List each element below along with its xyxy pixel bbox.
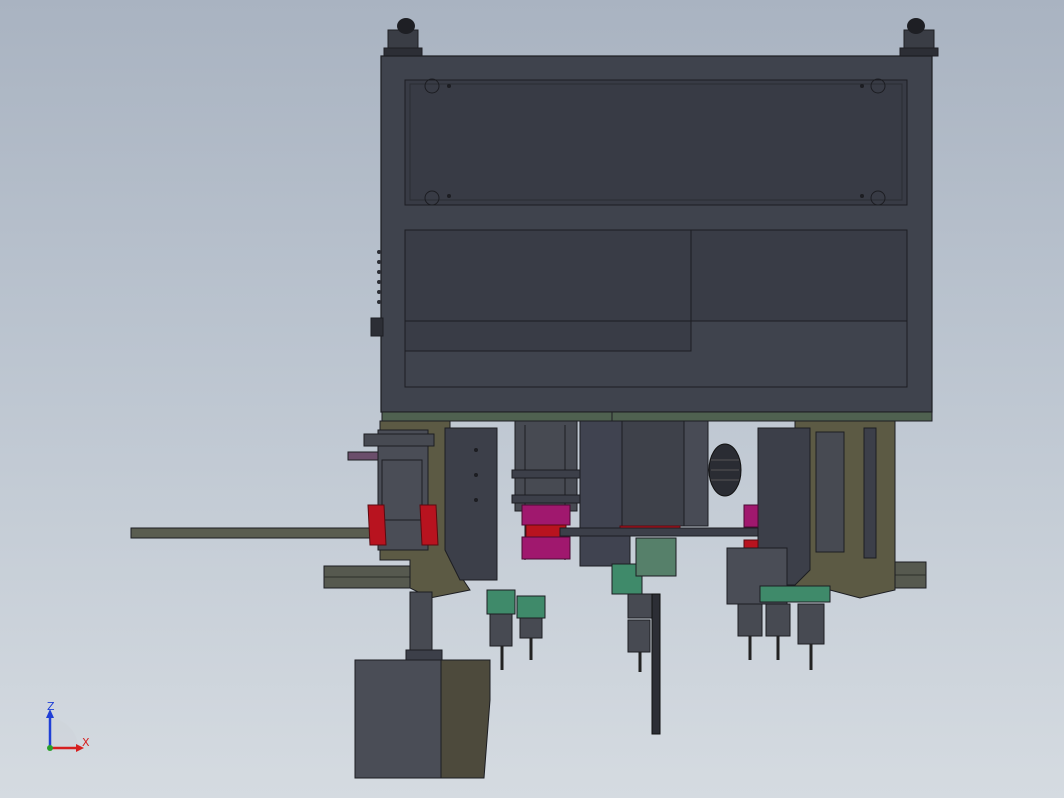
carriage-plate: [381, 411, 933, 422]
cad-viewport[interactable]: Z X: [0, 0, 1064, 798]
frame-panel-right: [690, 229, 908, 322]
leveling-foot-left: [383, 18, 423, 57]
frame-window-upper: [404, 79, 908, 206]
right-actuator: [726, 420, 896, 670]
left-actuator: [347, 420, 581, 670]
frame-panel-left: [404, 229, 692, 352]
x-axis-label: X: [82, 736, 90, 749]
coordinate-triad: Z X: [46, 700, 90, 752]
origin-dot: [47, 745, 53, 751]
frame-top: [370, 18, 939, 413]
leveling-foot-right: [899, 18, 939, 57]
bottom-housing: [354, 591, 491, 779]
z-axis-label: Z: [47, 700, 55, 713]
